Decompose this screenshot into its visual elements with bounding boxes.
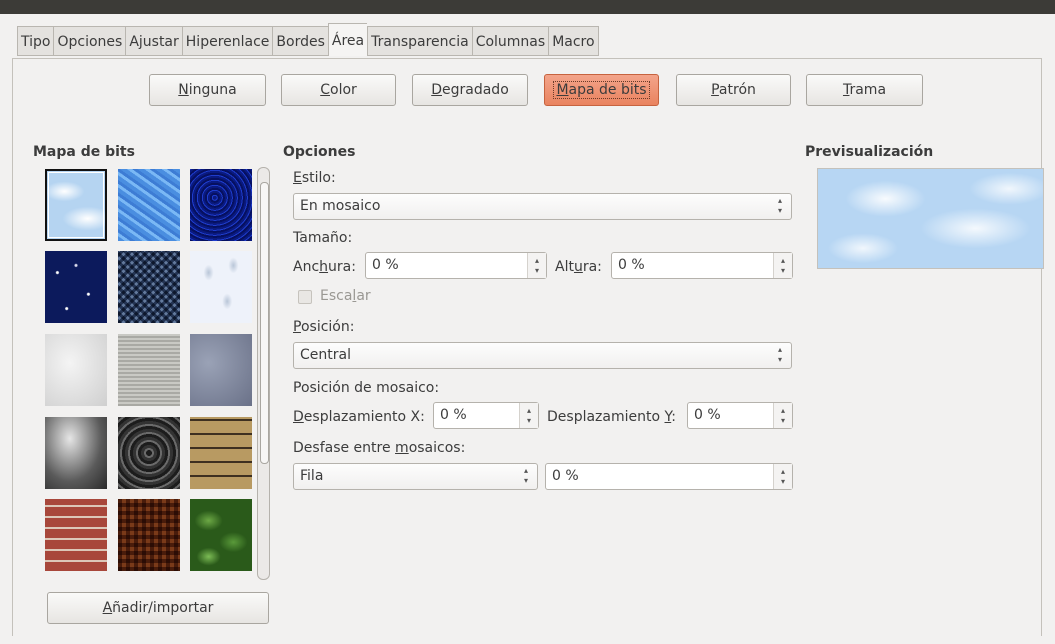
bitmap-water[interactable] xyxy=(118,169,180,241)
scale-checkbox[interactable] xyxy=(298,290,312,304)
preview-image xyxy=(817,168,1044,269)
style-dropdown[interactable]: En mosaico ▴ ▾ xyxy=(293,193,792,220)
bitmap-stone[interactable] xyxy=(190,334,252,406)
height-spin-buttons[interactable]: ▴ ▾ xyxy=(773,253,792,278)
width-label: Anchura: xyxy=(293,259,356,275)
spin-arrows-icon: ▴ ▾ xyxy=(534,256,539,275)
tab-ajustar[interactable]: Ajustar xyxy=(125,26,182,56)
offset-x-spinbox[interactable]: 0 % ▴ ▾ xyxy=(433,402,539,429)
spin-arrows-icon: ▴ ▾ xyxy=(780,467,785,486)
tab-hiperenlace[interactable]: Hiperenlace xyxy=(181,26,273,56)
bitmap-chrome[interactable] xyxy=(45,417,107,489)
tab-area[interactable]: Área xyxy=(327,23,368,56)
bitmap-linen[interactable] xyxy=(118,334,180,406)
bitmap-gravel[interactable] xyxy=(118,417,180,489)
bitmap-heading: Mapa de bits xyxy=(33,144,135,160)
bitmap-sky[interactable] xyxy=(45,169,107,241)
bitmap-stone-wall[interactable] xyxy=(190,417,252,489)
bitmap-blue-pebbles[interactable] xyxy=(190,169,252,241)
bitmap-grid xyxy=(43,167,255,580)
spin-arrows-icon: ▴ ▾ xyxy=(526,406,531,425)
bitmap-stars[interactable] xyxy=(45,251,107,323)
dropdown-arrows-icon: ▴ ▾ xyxy=(777,196,782,215)
patron-button[interactable]: Patrón xyxy=(676,74,791,106)
bitmap-marble[interactable] xyxy=(45,334,107,406)
tile-offset-label: Desfase entre mosaicos: xyxy=(293,440,466,456)
bitmap-wicker[interactable] xyxy=(118,499,180,571)
trama-button[interactable]: Trama xyxy=(806,74,923,106)
tile-offset-spin-buttons[interactable]: ▴ ▾ xyxy=(773,464,792,489)
tab-bordes[interactable]: Bordes xyxy=(272,26,328,56)
tab-columnas[interactable]: Columnas xyxy=(471,26,549,56)
offset-y-label: Desplazamiento Y: xyxy=(547,409,676,425)
offset-y-spin-buttons[interactable]: ▴ ▾ xyxy=(773,403,792,428)
scrollbar-thumb[interactable] xyxy=(260,182,269,464)
offset-y-spinbox[interactable]: 0 % ▴ ▾ xyxy=(687,402,793,429)
dropdown-arrows-icon: ▴ ▾ xyxy=(777,345,782,364)
tile-offset-spinbox[interactable]: 0 % ▴ ▾ xyxy=(545,463,793,490)
height-spinbox[interactable]: 0 % ▴ ▾ xyxy=(611,252,793,279)
bitmap-brick[interactable] xyxy=(45,499,107,571)
offset-x-label: Desplazamiento X: xyxy=(293,409,425,425)
position-dropdown[interactable]: Central ▴ ▾ xyxy=(293,342,792,369)
tab-opciones[interactable]: Opciones xyxy=(53,26,126,56)
bitmap-metal-grid[interactable] xyxy=(118,251,180,323)
preview-heading: Previsualización xyxy=(805,144,934,160)
bitmap-scrollbar[interactable] xyxy=(257,167,270,580)
spin-arrows-icon: ▴ ▾ xyxy=(780,256,785,275)
size-label: Tamaño: xyxy=(293,230,353,246)
width-spinbox[interactable]: 0 % ▴ ▾ xyxy=(365,252,547,279)
offset-x-spin-buttons[interactable]: ▴ ▾ xyxy=(519,403,538,428)
tab-macro[interactable]: Macro xyxy=(548,26,599,56)
tab-bar: Tipo Opciones Ajustar Hiperenlace Bordes… xyxy=(17,23,599,58)
bitmap-ivy[interactable] xyxy=(190,499,252,571)
dropdown-arrows-icon: ▴ ▾ xyxy=(523,466,528,485)
scale-label: Escalar xyxy=(320,288,371,304)
spin-arrows-icon: ▴ ▾ xyxy=(780,406,785,425)
color-button[interactable]: Color xyxy=(281,74,396,106)
height-label: Altura: xyxy=(555,259,602,275)
bitmap-droplets[interactable] xyxy=(190,251,252,323)
tile-offset-mode-dropdown[interactable]: Fila ▴ ▾ xyxy=(293,463,538,490)
tile-position-label: Posición de mosaico: xyxy=(293,380,440,396)
add-import-button[interactable]: Añadir/importar xyxy=(47,592,269,624)
position-label: Posición: xyxy=(293,319,355,335)
options-heading: Opciones xyxy=(283,144,356,160)
mapa-de-bits-button[interactable]: Mapa de bits xyxy=(544,74,659,106)
width-spin-buttons[interactable]: ▴ ▾ xyxy=(527,253,546,278)
ninguna-button[interactable]: Ninguna xyxy=(149,74,266,106)
window-top-bar xyxy=(0,0,1055,14)
tab-transparencia[interactable]: Transparencia xyxy=(367,26,472,56)
tab-tipo[interactable]: Tipo xyxy=(17,26,54,56)
degradado-button[interactable]: Degradado xyxy=(412,74,528,106)
style-label: Estilo: xyxy=(293,170,336,186)
